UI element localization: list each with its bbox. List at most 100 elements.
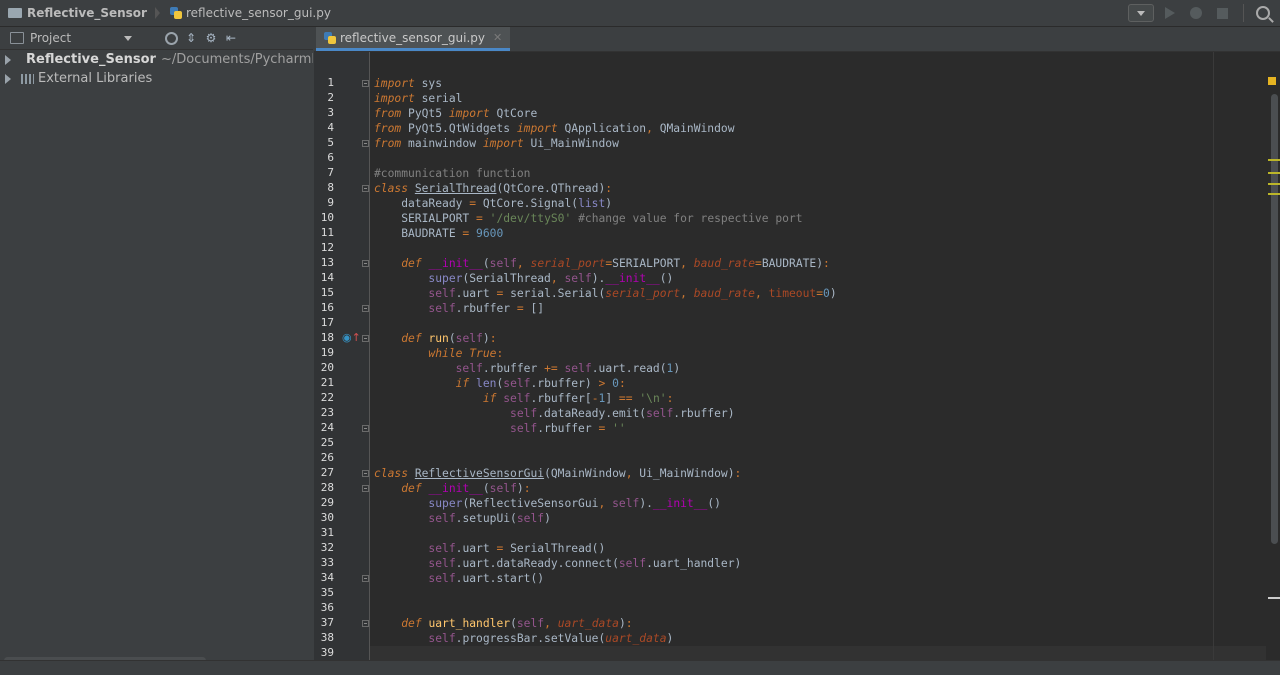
hide-icon[interactable]: ⇤ (224, 31, 238, 45)
code-line[interactable]: self.uart.dataReady.connect(self.uart_ha… (374, 556, 741, 571)
line-number: 21 (320, 376, 334, 389)
line-number: 15 (320, 286, 334, 299)
code-line[interactable]: self.dataReady.emit(self.rbuffer) (374, 406, 734, 421)
stripe-mark[interactable] (1268, 183, 1280, 185)
settings-icon[interactable]: ⚙ (204, 31, 218, 45)
expand-icon[interactable] (5, 54, 11, 65)
code-line[interactable]: if self.rbuffer[-1] == '\n': (374, 391, 674, 406)
fold-icon[interactable] (362, 470, 369, 477)
line-number: 35 (320, 586, 334, 599)
fold-icon[interactable] (362, 620, 369, 627)
line-number: 29 (320, 496, 334, 509)
line-number: 30 (320, 511, 334, 524)
fold-icon[interactable] (362, 305, 369, 312)
stripe-mark[interactable] (1268, 597, 1280, 599)
code-line[interactable]: BAUDRATE = 9600 (374, 226, 503, 241)
code-line[interactable]: self.uart = serial.Serial(serial_port, b… (374, 286, 836, 301)
tree-item-project-root[interactable]: Reflective_Sensor ~/Documents/PycharmP (0, 50, 313, 69)
code-line[interactable]: super(SerialThread, self).__init__() (374, 271, 673, 286)
search-icon[interactable] (1256, 6, 1270, 20)
run-icon[interactable] (1165, 7, 1175, 19)
code-line[interactable]: self.setupUi(self) (374, 511, 550, 526)
fold-icon[interactable] (362, 140, 369, 147)
code-line[interactable]: def __init__(self): (374, 481, 530, 496)
fold-icon[interactable] (362, 80, 369, 87)
code-line[interactable]: if len(self.rbuffer) > 0: (374, 376, 626, 391)
line-number: 12 (320, 241, 334, 254)
run-config-dropdown[interactable] (1128, 4, 1154, 22)
fold-icon[interactable] (362, 425, 369, 432)
python-file-icon (169, 7, 182, 19)
code-line[interactable]: class ReflectiveSensorGui(QMainWindow, U… (374, 466, 741, 481)
python-file-icon (324, 31, 336, 44)
right-margin-guide (1213, 52, 1214, 660)
project-panel-header: Project ⇕ ⚙ ⇤ (0, 27, 313, 50)
code-line[interactable]: def uart_handler(self, uart_data): (374, 616, 632, 631)
breadcrumb-file[interactable]: reflective_sensor_gui.py (162, 0, 337, 26)
warning-indicator-icon[interactable] (1268, 77, 1276, 85)
tab-label: reflective_sensor_gui.py (340, 30, 485, 45)
breadcrumb-project[interactable]: Reflective_Sensor (0, 0, 153, 26)
fold-icon[interactable] (362, 260, 369, 267)
navigation-bar: Reflective_Sensor reflective_sensor_gui.… (0, 0, 1280, 27)
tree-item-external-libraries[interactable]: External Libraries (0, 69, 313, 88)
override-marker-icon[interactable]: ◉↑ (342, 331, 361, 344)
code-line[interactable]: def __init__(self, serial_port=SERIALPOR… (374, 256, 830, 271)
breadcrumb-file-label: reflective_sensor_gui.py (185, 6, 331, 20)
code-line[interactable]: self.rbuffer += self.uart.read(1) (374, 361, 681, 376)
fold-icon[interactable] (362, 575, 369, 582)
run-toolbar (1128, 0, 1280, 26)
code-line[interactable]: super(ReflectiveSensorGui, self).__init_… (374, 496, 721, 511)
expand-icon[interactable] (5, 73, 11, 84)
code-editor[interactable]: 1 2 3 4 5 6 7 8 9 10 11 12 13 14 15 16 17 18 ◉↑ 19 20 21 22 23 2… (314, 52, 1280, 674)
line-number: 26 (320, 451, 334, 464)
folder-icon (8, 8, 22, 18)
line-number: 28 (320, 481, 334, 494)
code-line[interactable]: while True: (374, 346, 503, 361)
code-line[interactable]: import serial (374, 91, 462, 106)
debug-icon[interactable] (1190, 7, 1202, 19)
code-line[interactable]: SERIALPORT = '/dev/ttyS0' #change value … (374, 211, 802, 226)
code-line[interactable]: from PyQt5 import QtCore (374, 106, 537, 121)
stop-icon[interactable] (1217, 7, 1228, 19)
code-area[interactable]: import sys import serial from PyQt5 import… (370, 52, 1280, 660)
tree-item-label: External Libraries (38, 71, 153, 86)
tab-reflective-sensor-gui[interactable]: reflective_sensor_gui.py ✕ (316, 27, 511, 51)
line-number: 14 (320, 271, 334, 284)
code-line[interactable]: self.uart.start() (374, 571, 544, 586)
line-number: 3 (327, 106, 334, 119)
line-number: 27 (320, 466, 334, 479)
code-line[interactable]: import sys (374, 76, 442, 91)
code-line[interactable]: self.progressBar.setValue(uart_data) (374, 631, 673, 646)
code-line[interactable]: from PyQt5.QtWidgets import QApplication… (374, 121, 735, 136)
line-number: 18 (320, 331, 334, 344)
code-line[interactable]: self.rbuffer = [] (374, 301, 544, 316)
line-number: 6 (327, 151, 334, 164)
line-number: 16 (320, 301, 334, 314)
collapse-icon[interactable]: ⇕ (184, 31, 198, 45)
locate-icon[interactable] (164, 31, 178, 45)
code-line[interactable]: self.rbuffer = '' (374, 421, 626, 436)
code-line[interactable]: from mainwindow import Ui_MainWindow (374, 136, 619, 151)
line-number: 11 (320, 226, 334, 239)
breadcrumb-separator-icon (154, 7, 160, 19)
close-icon[interactable]: ✕ (493, 31, 502, 44)
stripe-mark[interactable] (1268, 159, 1280, 161)
code-line[interactable]: dataReady = QtCore.Signal(list) (374, 196, 612, 211)
code-line[interactable]: class SerialThread(QtCore.QThread): (374, 181, 612, 196)
vertical-scrollbar[interactable] (1271, 94, 1278, 544)
stripe-mark[interactable] (1268, 172, 1280, 174)
line-number: 20 (320, 361, 334, 374)
fold-icon[interactable] (362, 335, 369, 342)
project-view-dropdown-icon[interactable] (124, 35, 132, 41)
code-line[interactable]: self.uart = SerialThread() (374, 541, 605, 556)
fold-icon[interactable] (362, 485, 369, 492)
fold-icon[interactable] (362, 185, 369, 192)
line-number: 9 (327, 196, 334, 209)
current-code-line[interactable] (370, 646, 1280, 660)
code-line[interactable]: #communication function (374, 166, 530, 181)
code-line[interactable]: def run(self): (374, 331, 496, 346)
stripe-mark[interactable] (1268, 193, 1280, 195)
line-number: 33 (320, 556, 334, 569)
line-number: 36 (320, 601, 334, 614)
